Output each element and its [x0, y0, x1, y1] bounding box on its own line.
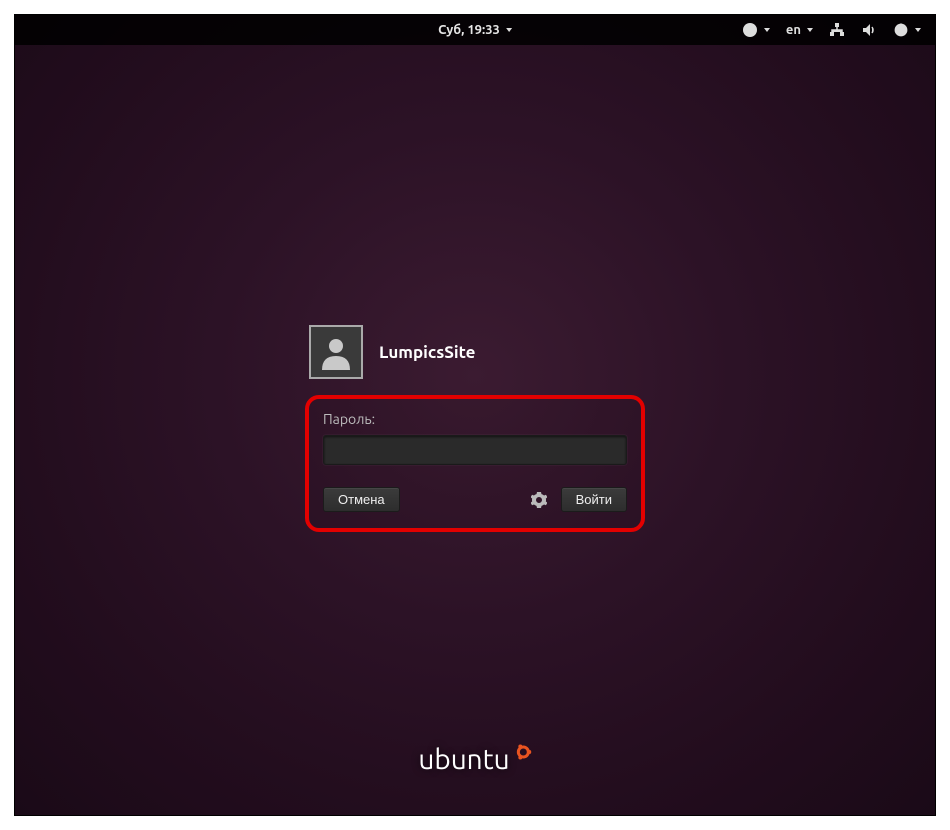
clock[interactable]: Суб, 19:33 — [438, 23, 512, 37]
password-label: Пароль: — [323, 411, 627, 427]
annotation-highlight: Пароль: Отмена Войти — [305, 395, 645, 532]
power-menu[interactable] — [893, 22, 921, 38]
accessibility-menu[interactable] — [742, 22, 770, 38]
ubuntu-circle-icon — [516, 744, 532, 760]
ubuntu-logo: ubuntu — [418, 744, 531, 775]
session-options-button[interactable] — [527, 488, 551, 512]
chevron-down-icon — [807, 28, 813, 32]
top-bar: Суб, 19:33 en — [15, 15, 935, 45]
product-name-label: ubuntu — [418, 744, 509, 775]
login-panel: LumpicsSite Пароль: Отмена Войти — [305, 325, 645, 532]
chevron-down-icon — [764, 28, 770, 32]
accessibility-icon — [742, 22, 758, 38]
volume-indicator[interactable] — [861, 22, 877, 38]
power-icon — [893, 22, 909, 38]
user-row[interactable]: LumpicsSite — [305, 325, 645, 379]
gear-icon — [531, 492, 547, 508]
datetime-label: Суб, 19:33 — [438, 23, 500, 37]
user-icon — [318, 334, 354, 370]
input-source-menu[interactable]: en — [786, 23, 813, 37]
network-icon — [829, 22, 845, 38]
login-screen: Суб, 19:33 en — [14, 14, 936, 816]
avatar — [309, 325, 363, 379]
chevron-down-icon — [915, 28, 921, 32]
signin-button[interactable]: Войти — [561, 487, 627, 512]
password-input[interactable] — [323, 435, 627, 465]
language-indicator-label: en — [786, 23, 801, 37]
cancel-button[interactable]: Отмена — [323, 487, 400, 512]
network-indicator[interactable] — [829, 22, 845, 38]
chevron-down-icon — [506, 28, 512, 32]
username-label: LumpicsSite — [379, 343, 475, 362]
volume-icon — [861, 22, 877, 38]
